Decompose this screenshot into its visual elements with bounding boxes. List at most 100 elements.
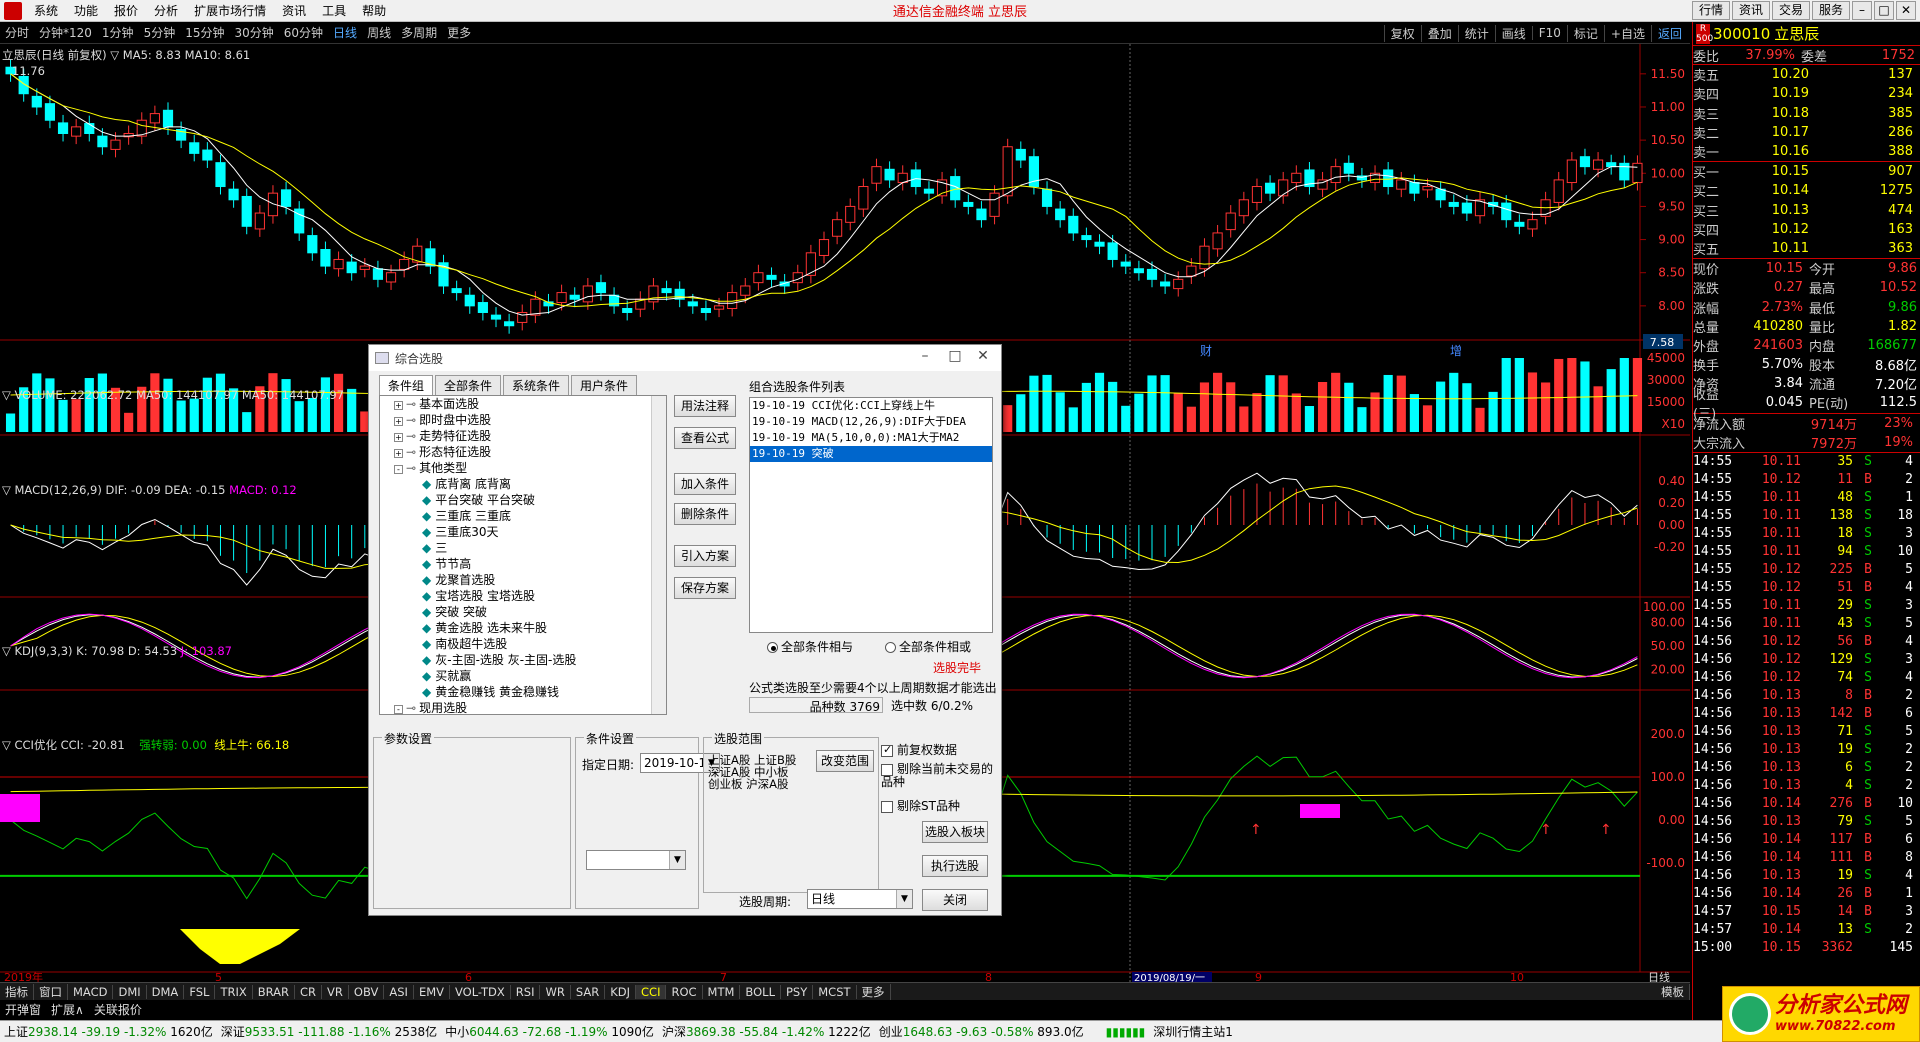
ind-tab-sar[interactable]: SAR (571, 984, 606, 999)
import-plan-button[interactable]: 引入方案 (674, 545, 736, 567)
cond-combo[interactable]: ▼ (586, 850, 686, 870)
ind-tab-obv[interactable]: OBV (349, 984, 385, 999)
ind-tab-dmi[interactable]: DMI (113, 984, 147, 999)
expand-icon[interactable]: + (394, 417, 403, 426)
collapse-icon[interactable]: - (394, 705, 403, 714)
ind-tab-dma[interactable]: DMA (147, 984, 185, 999)
tree-item[interactable]: + ⊸ 形态特征选股 (380, 444, 666, 460)
ind-tab-wr[interactable]: WR (540, 984, 571, 999)
delete-condition-button[interactable]: 删除条件 (674, 503, 736, 525)
ind-tab-cci[interactable]: CCI (636, 984, 667, 999)
menu-news[interactable]: 资讯 (274, 2, 314, 19)
period-5min[interactable]: 5分钟 (139, 24, 181, 41)
radio-or[interactable]: 全部条件相或 (885, 638, 971, 655)
btn-info[interactable]: 资讯 (1731, 1, 1770, 20)
chevron-down-icon[interactable]: ▼ (669, 851, 685, 869)
condition-item[interactable]: 19-10-19 MA(5,10,0,0):MA1大于MA2 (750, 430, 992, 446)
tree-item[interactable]: - ⊸ 其他类型 (380, 460, 666, 476)
tab-all-conditions[interactable]: 全部条件 (435, 375, 502, 396)
tree-item[interactable]: ◆ 三重底 三重底 (380, 508, 666, 524)
period-multi[interactable]: 多周期 (396, 24, 442, 41)
tool-back[interactable]: 返回 (1650, 24, 1688, 42)
btn-trade[interactable]: 交易 (1771, 1, 1810, 20)
menu-tools[interactable]: 工具 (314, 2, 354, 19)
ind-tab-rsi[interactable]: RSI (511, 984, 541, 999)
tab-condition-group[interactable]: 条件组 (379, 375, 434, 396)
ind-tab-kdj[interactable]: KDJ (605, 984, 637, 999)
tree-item[interactable]: ◆ 突破 突破 (380, 604, 666, 620)
index-创业[interactable]: 创业1648.63 -9.63 -0.58% 893.0亿 (875, 1023, 1088, 1040)
ind-tab-指标[interactable]: 指标 (0, 983, 34, 1000)
ind-tab-vr[interactable]: VR (322, 984, 349, 999)
condition-list[interactable]: 19-10-19 CCI优化:CCI上穿线上牛 19-10-19 MACD(12,… (749, 397, 993, 633)
period-day[interactable]: 日线 (328, 24, 362, 41)
condition-item[interactable]: 19-10-19 CCI优化:CCI上穿线上牛 (750, 398, 992, 414)
run-screen-button[interactable]: 执行选股 (922, 855, 988, 877)
tree-item[interactable]: ◆ 买就赢 (380, 668, 666, 684)
ind-tab-psy[interactable]: PSY (781, 984, 814, 999)
view-formula-button[interactable]: 查看公式 (674, 427, 736, 449)
tool-fuquan[interactable]: 复权 (1383, 24, 1421, 42)
tree-item[interactable]: + ⊸ 基本面选股 (380, 396, 666, 412)
tree-item[interactable]: ◆ 平台突破 平台突破 (380, 492, 666, 508)
tool-stats[interactable]: 统计 (1457, 24, 1495, 42)
tick-list[interactable]: 14:55 10.11 35 S 4 14:55 10.12 11 B 2 14:55 10.11 48… (1693, 453, 1920, 957)
btn-service[interactable]: 服务 (1811, 1, 1850, 20)
tool-mark[interactable]: 标记 (1566, 24, 1604, 42)
period-30min[interactable]: 30分钟 (229, 24, 278, 41)
expand-icon[interactable]: + (394, 401, 403, 410)
save-plan-button[interactable]: 保存方案 (674, 577, 736, 599)
close-icon[interactable]: ✕ (1896, 1, 1916, 20)
period-more[interactable]: 更多 (442, 24, 476, 41)
tree-item[interactable]: ◆ 宝塔选股 宝塔选股 (380, 588, 666, 604)
btn-related-quote[interactable]: 关联报价 (89, 1001, 147, 1018)
radio-and[interactable]: 全部条件相与 (767, 638, 853, 655)
menu-function[interactable]: 功能 (66, 2, 106, 19)
chk-st[interactable]: 剔除ST品种 (881, 797, 960, 814)
period-1min[interactable]: 1分钟 (97, 24, 139, 41)
checkbox-fuquan-icon[interactable] (881, 743, 893, 757)
add-to-block-button[interactable]: 选股入板块 (922, 821, 988, 843)
period-week[interactable]: 周线 (362, 24, 396, 41)
btn-extend[interactable]: 扩展∧ (46, 1001, 89, 1018)
ind-tab-vol-tdx[interactable]: VOL-TDX (450, 984, 511, 999)
ind-tab-cr[interactable]: CR (295, 984, 323, 999)
ind-tab-brar[interactable]: BRAR (253, 984, 296, 999)
condition-item[interactable]: 19-10-19 MACD(12,26,9):DIF大于DEA (750, 414, 992, 430)
period-select[interactable]: 日线 ▼ (807, 889, 913, 909)
tree-item[interactable]: ◆ 龙聚首选股 (380, 572, 666, 588)
usage-note-button[interactable]: 用法注释 (674, 395, 736, 417)
period-60min[interactable]: 60分钟 (279, 24, 328, 41)
dialog-maximize-icon[interactable]: □ (943, 348, 967, 364)
index-沪深[interactable]: 沪深3869.38 -55.84 -1.42% 1222亿 (658, 1023, 875, 1040)
period-fenshi[interactable]: 分时 (0, 24, 34, 41)
ind-tab-fsl[interactable]: FSL (184, 984, 216, 999)
expand-icon[interactable]: + (394, 449, 403, 458)
checkbox-st-icon[interactable] (881, 800, 893, 813)
condition-tree[interactable]: + ⊸ 基本面选股 + ⊸ 即时盘中选股 + ⊸ 走势特征选股 + ⊸ 形态特征选股 - ⊸ 其他类型 ◆ 底背… (379, 395, 667, 715)
tree-item[interactable]: ◆ 底背离 底背离 (380, 476, 666, 492)
chk-fuquan[interactable]: 前复权数据 (881, 741, 957, 758)
tree-item[interactable]: ◆ 三 (380, 540, 666, 556)
ind-tab-asi[interactable]: ASI (384, 984, 414, 999)
period-15min[interactable]: 15分钟 (180, 24, 229, 41)
condition-item[interactable]: 19-10-19 突破 (750, 446, 992, 462)
menu-quote[interactable]: 报价 (106, 2, 146, 19)
tree-scrollbar[interactable] (651, 396, 666, 714)
dialog-close-icon[interactable]: ✕ (971, 348, 995, 364)
dialog-minimize-icon[interactable]: – (913, 348, 937, 364)
checkbox-untraded-icon[interactable] (881, 763, 893, 776)
tool-add-favorite[interactable]: +自选 (1603, 24, 1651, 42)
tree-item[interactable]: ◆ 南极超牛选股 (380, 636, 666, 652)
menu-extended-market[interactable]: 扩展市场行情 (186, 2, 274, 19)
ind-tab-mtm[interactable]: MTM (703, 984, 741, 999)
ind-tab-emv[interactable]: EMV (414, 984, 450, 999)
radio-or-icon[interactable] (885, 642, 896, 653)
ind-tab-更多[interactable]: 更多 (857, 983, 891, 1000)
tree-item[interactable]: ◆ 三重底30天 (380, 524, 666, 540)
minimize-icon[interactable]: – (1852, 1, 1872, 20)
index-深证[interactable]: 深证9533.51 -111.88 -1.16% 2538亿 (217, 1023, 441, 1040)
ind-tab-mcst[interactable]: MCST (813, 984, 857, 999)
radio-and-icon[interactable] (767, 642, 778, 653)
tool-draw[interactable]: 画线 (1494, 24, 1532, 42)
